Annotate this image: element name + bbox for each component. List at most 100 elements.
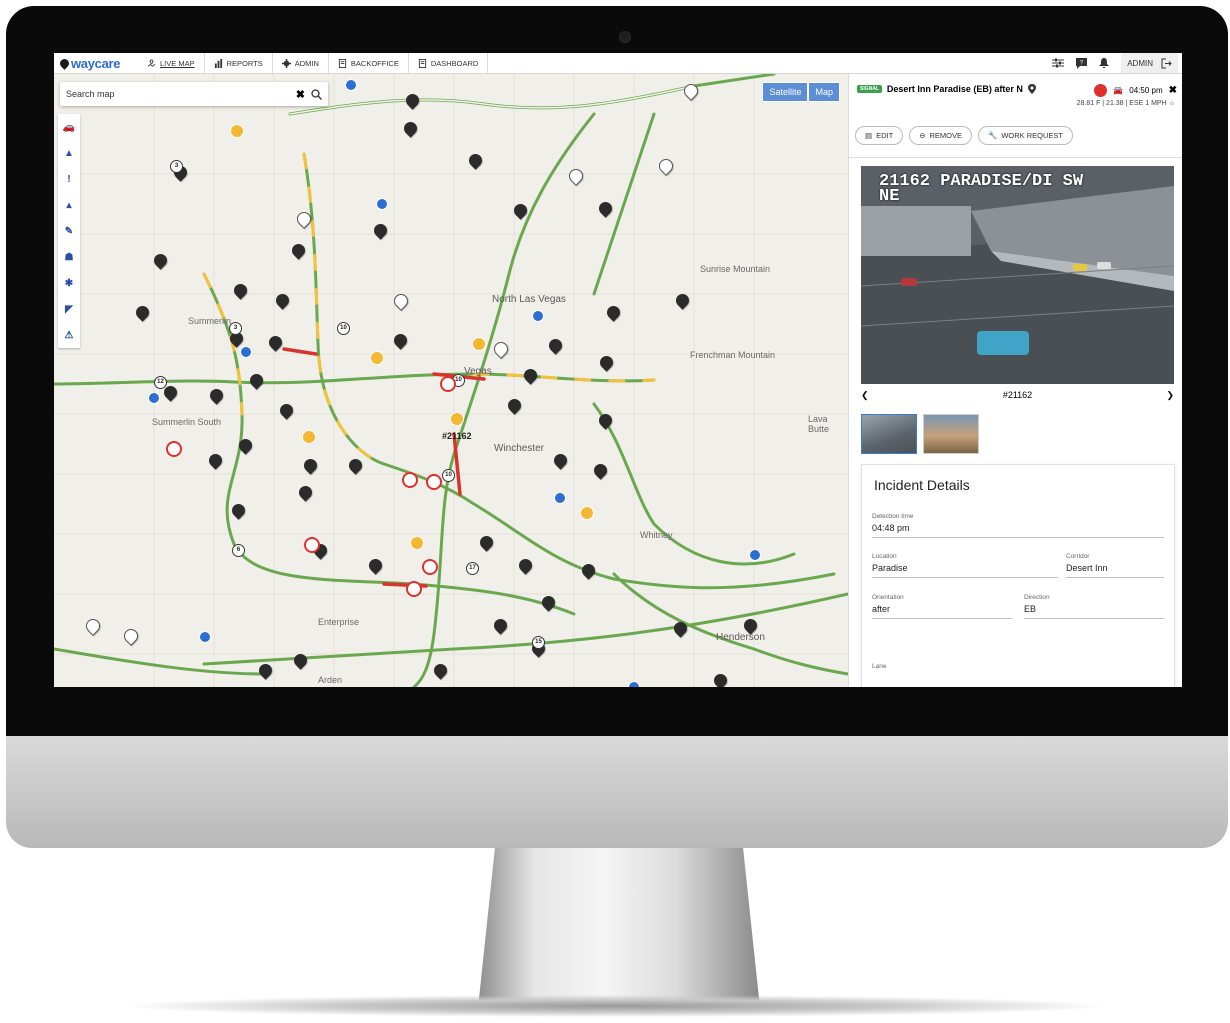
help-chat-icon[interactable]: ? [1076, 57, 1088, 69]
edit-button[interactable]: ▤ EDIT [855, 126, 904, 145]
closure-marker[interactable] [406, 581, 422, 597]
wrench-layer-icon[interactable]: ✎ [58, 218, 80, 244]
detection-time-field[interactable]: Detection time 04:48 pm [872, 513, 1164, 538]
topbar-actions: ? ADMIN [1052, 53, 1178, 73]
cluster-count[interactable]: 17 [466, 562, 479, 575]
monitor-chin [6, 736, 1228, 848]
document-icon [418, 58, 426, 68]
chevron-right-icon[interactable]: ❯ [1166, 390, 1174, 401]
closure-marker[interactable] [166, 441, 182, 457]
main-nav: LIVE MAP REPORTS ADMIN BACKOFFICE DASHBO… [138, 53, 489, 73]
field-label: Corridor [1066, 553, 1090, 560]
info-marker[interactable] [628, 681, 640, 687]
map-search-box[interactable]: Search map ✖ [60, 82, 328, 106]
wrench-icon: 🔧 [988, 131, 998, 140]
cluster-count[interactable]: 10 [337, 322, 350, 335]
map-place-label: North Las Vegas [492, 294, 566, 305]
map-button[interactable]: Map [808, 82, 840, 102]
incident-marker[interactable] [370, 351, 384, 365]
cluster-count[interactable]: 3 [170, 160, 183, 173]
nav-label: ADMIN [294, 58, 319, 68]
info-marker[interactable] [749, 549, 761, 561]
chevron-left-icon[interactable]: ❮ [861, 390, 869, 401]
info-marker[interactable] [199, 631, 211, 643]
cluster-count[interactable]: 6 [232, 544, 245, 557]
map-place-label: Frenchman Mountain [690, 350, 776, 360]
people-layer-icon[interactable]: ☗ [58, 244, 80, 270]
incident-marker[interactable] [410, 536, 424, 550]
incident-marker[interactable] [450, 412, 464, 426]
camera-layer-icon[interactable]: ◤ [58, 296, 80, 322]
closure-marker[interactable] [440, 376, 456, 392]
info-marker[interactable] [554, 492, 566, 504]
remove-button[interactable]: ⊖ REMOVE [909, 126, 972, 145]
incident-marker[interactable] [230, 124, 244, 138]
search-input[interactable]: Search map [66, 89, 296, 99]
camera-thumbnail[interactable] [861, 414, 917, 454]
direction-field[interactable]: Direction EB [1024, 594, 1164, 619]
incident-title-text: Desert Inn Paradise (EB) after N [886, 84, 1023, 94]
incident-type-badge: SIGNAL [857, 85, 882, 93]
work-request-button[interactable]: 🔧 WORK REQUEST [978, 126, 1074, 145]
location-pin-icon[interactable] [1027, 84, 1036, 94]
camera-thumbnail[interactable] [923, 414, 979, 454]
sliders-icon[interactable] [1052, 58, 1065, 68]
info-marker[interactable] [240, 346, 252, 358]
info-marker[interactable] [345, 79, 357, 91]
bell-icon[interactable] [1099, 57, 1110, 69]
map-place-label: Whitney [640, 530, 673, 540]
nav-reports[interactable]: REPORTS [205, 53, 273, 73]
search-icon[interactable] [311, 88, 322, 100]
info-marker[interactable] [376, 198, 388, 210]
divider [849, 157, 1182, 158]
close-icon[interactable]: ✖ [1169, 85, 1177, 96]
camera-caption: 21162 PARADISE/DI SW NE [879, 172, 1084, 206]
info-marker[interactable] [532, 310, 544, 322]
cluster-count[interactable]: 10 [442, 469, 455, 482]
closure-marker[interactable] [422, 559, 438, 575]
alert-layer-icon[interactable]: ! [58, 166, 80, 192]
location-field[interactable]: Location Paradise [872, 553, 1058, 578]
document-icon: ▤ [865, 131, 873, 140]
info-marker[interactable] [148, 392, 160, 404]
field-value: Paradise [872, 563, 1058, 578]
logout-icon[interactable] [1161, 58, 1172, 69]
field-label: Orientation [872, 594, 904, 601]
closure-marker[interactable] [402, 472, 418, 488]
waycare-logo[interactable]: waycare [58, 55, 121, 71]
monitor-stand [478, 848, 760, 1008]
work-request-label: WORK REQUEST [1001, 131, 1064, 140]
cone-layer-icon[interactable]: ▴ [58, 192, 80, 218]
nav-label: LIVE MAP [160, 58, 195, 68]
corridor-field[interactable]: Corridor Desert Inn [1066, 553, 1164, 578]
car-layer-icon[interactable]: 🚗 [58, 114, 80, 140]
warning-layer-icon[interactable]: ▲ [58, 140, 80, 166]
camera-feed[interactable]: 21162 PARADISE/DI SW NE [861, 166, 1174, 384]
nav-admin[interactable]: ADMIN [273, 53, 329, 73]
lane-field[interactable]: Lane [872, 663, 1164, 670]
orientation-field[interactable]: Orientation after [872, 594, 1012, 619]
cluster-count[interactable]: 12 [154, 376, 167, 389]
remove-label: REMOVE [929, 131, 962, 140]
crash-icon [1094, 84, 1108, 97]
weather-info: 28.81 F | 21.38 | ESE 1 MPH ☼ [1077, 100, 1175, 107]
nav-live-map[interactable]: LIVE MAP [138, 53, 205, 73]
clear-icon[interactable]: ✖ [296, 88, 305, 101]
closure-marker[interactable] [304, 537, 320, 553]
incident-panel: SIGNAL Desert Inn Paradise (EB) after N … [848, 74, 1182, 687]
field-value: EB [1024, 604, 1164, 619]
siren-layer-icon[interactable]: ✱ [58, 270, 80, 296]
incident-marker[interactable] [302, 430, 316, 444]
map-place-label: Henderson [716, 632, 765, 643]
incident-marker[interactable] [580, 506, 594, 520]
live-map[interactable]: 3 12 3 10 10 17 15 10 6 North Las Vegas … [54, 74, 848, 687]
closure-marker[interactable] [426, 474, 442, 490]
field-label: Detection time [872, 513, 914, 520]
user-menu[interactable]: ADMIN [1121, 53, 1178, 73]
cluster-count[interactable]: 15 [532, 636, 545, 649]
nav-dashboard[interactable]: DASHBOARD [409, 53, 489, 73]
satellite-button[interactable]: Satellite [762, 82, 809, 102]
incident-marker[interactable] [472, 337, 486, 351]
nav-backoffice[interactable]: BACKOFFICE [329, 53, 409, 73]
crash-layer-icon[interactable]: ⚠ [58, 322, 80, 348]
